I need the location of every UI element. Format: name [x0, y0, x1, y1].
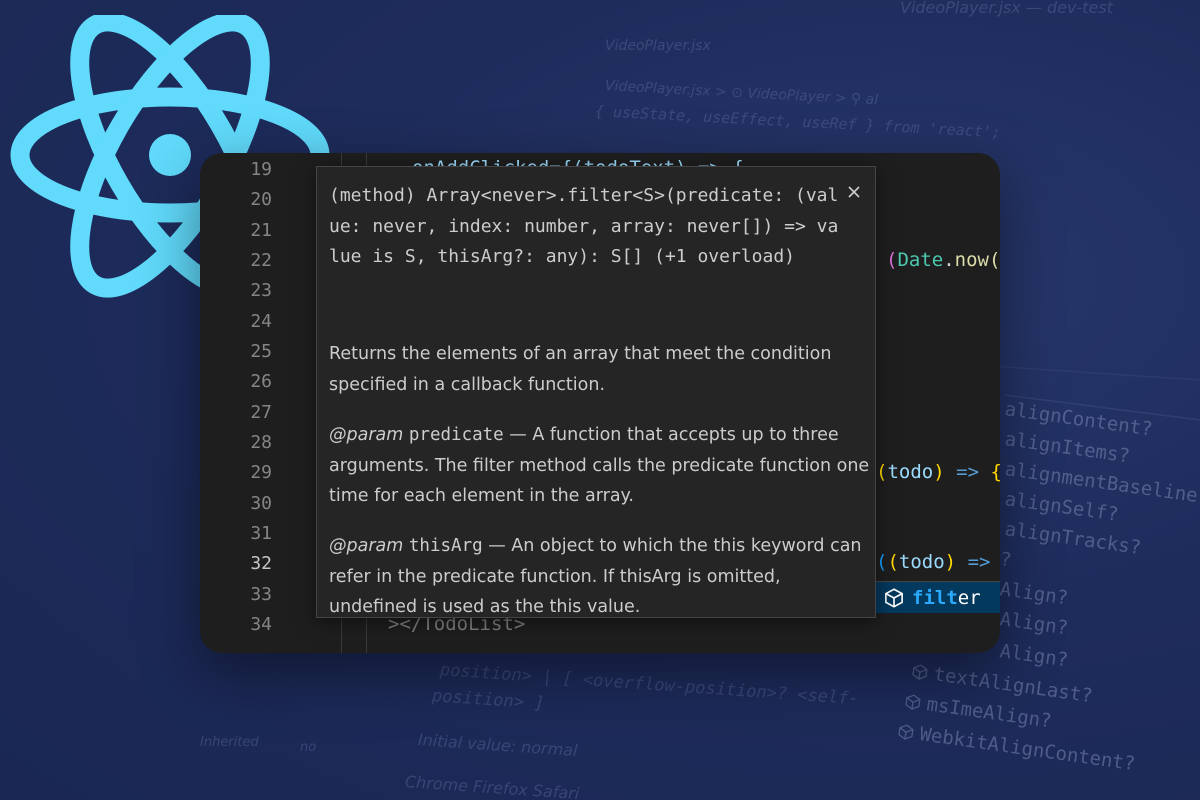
code-token: now( [954, 249, 1000, 271]
code-token: Date [897, 249, 944, 271]
code-token: ) [944, 551, 957, 573]
code-token: => [956, 461, 980, 483]
code-token: => [967, 551, 991, 573]
hover-tooltip: (method) Array<never>.filter<S>(predicat… [316, 166, 876, 618]
code-token: todo [887, 461, 934, 483]
param-name: thisArg [408, 536, 483, 556]
code-token: ( [876, 461, 888, 483]
line-number: 34 [250, 614, 272, 635]
line-number: 27 [250, 402, 272, 423]
suggestion-match: filt [912, 586, 958, 609]
code-token: . [943, 249, 955, 271]
autocomplete-suggestion[interactable]: filter [876, 581, 1000, 613]
cube-icon [912, 664, 928, 680]
line-number: 29 [250, 462, 272, 483]
code-line-29[interactable]: (todo) => { [876, 461, 1000, 483]
line-number: 25 [250, 341, 272, 362]
line-number: 20 [250, 189, 272, 210]
param-tag: @param [329, 425, 404, 445]
line-number: 19 [250, 159, 272, 180]
cube-icon [898, 724, 914, 740]
code-token: { [990, 461, 1000, 483]
close-icon[interactable] [847, 185, 861, 199]
method-signature: (method) Array<never>.filter<S>(predicat… [329, 185, 839, 267]
close-button[interactable] [843, 181, 865, 203]
line-number: 22 [250, 250, 272, 271]
line-number-active: 32 [250, 553, 272, 574]
code-token: ( [876, 551, 888, 573]
code-line-32[interactable]: ((todo) => [876, 551, 990, 573]
suggestion-label: filter [912, 587, 981, 609]
param-predicate: @param predicate — A function that accep… [329, 420, 874, 512]
line-number: 26 [250, 371, 272, 392]
code-token: ( [886, 249, 898, 271]
line-number: 23 [250, 280, 272, 301]
line-number: 33 [250, 584, 272, 605]
line-number: 28 [250, 432, 272, 453]
code-token: ( [887, 551, 899, 573]
line-number: 30 [250, 493, 272, 514]
code-token: todo [898, 551, 945, 573]
line-number: 31 [250, 523, 272, 544]
suggestion-rest: er [957, 586, 981, 609]
param-tag: @param [329, 536, 404, 556]
cube-icon [905, 694, 921, 710]
code-token: ) [933, 461, 945, 483]
param-thisarg: @param thisArg — An object to which the … [329, 531, 874, 623]
line-number-gutter: 19 20 21 22 23 24 25 26 27 28 29 30 31 3… [200, 153, 280, 653]
code-line-22[interactable]: (Date.now( [886, 249, 1000, 271]
cube-icon [885, 587, 903, 608]
line-number: 24 [250, 311, 272, 332]
method-description: Returns the elements of an array that me… [329, 344, 832, 395]
line-number: 21 [250, 220, 272, 241]
param-name: predicate [408, 425, 504, 445]
code-editor[interactable]: 19 20 21 22 23 24 25 26 27 28 29 30 31 3… [200, 153, 1000, 653]
